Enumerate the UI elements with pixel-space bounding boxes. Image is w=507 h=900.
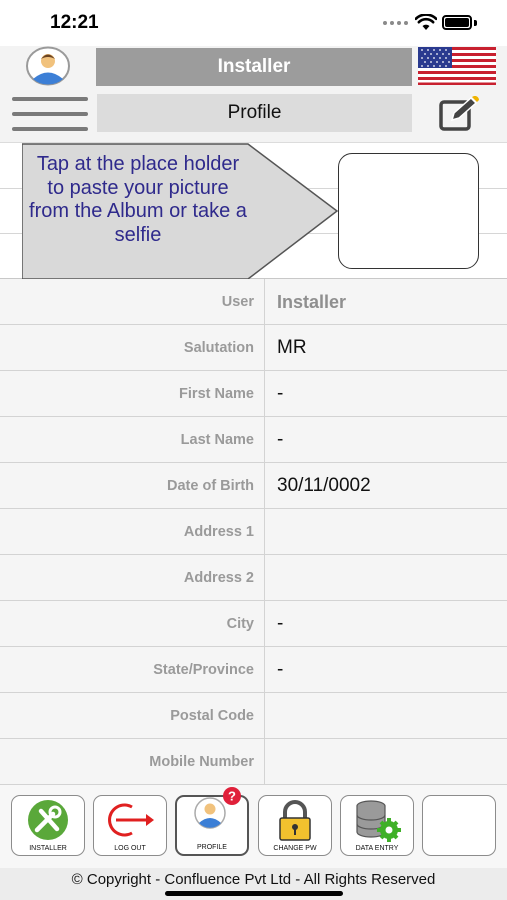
mobile-number-field[interactable] [265,739,507,784]
change-password-button[interactable]: CHANGE PW [258,795,332,856]
tool-label: CHANGE PW [273,845,317,852]
photo-section: Tap at the place holder to paste your pi… [0,142,507,280]
field-label: Last Name [0,417,265,462]
wifi-icon [415,14,437,30]
tool-label: PROFILE [197,844,227,851]
form-row-address-2: Address 2 [0,555,507,601]
form-row-city: City - [0,601,507,647]
form-row-state-province: State/Province - [0,647,507,693]
user-avatar-icon[interactable] [24,46,72,86]
state-province-field[interactable]: - [265,647,507,692]
field-label: City [0,601,265,646]
profile-form: User Installer Salutation MR First Name … [0,279,507,785]
installer-tools-icon [28,800,68,840]
field-label: Address 2 [0,555,265,600]
home-indicator[interactable] [165,891,343,896]
tool-label: LOG OUT [114,845,146,852]
field-label: Salutation [0,325,265,370]
photo-instruction-text: Tap at the place holder to paste your pi… [29,153,247,246]
battery-icon [442,15,472,30]
form-row-mobile-number: Mobile Number [0,739,507,785]
padlock-icon [279,800,311,841]
logout-icon [108,803,154,837]
logout-button[interactable]: LOG OUT [93,795,167,856]
edit-icon[interactable] [436,96,480,132]
address-1-field[interactable] [265,509,507,554]
us-flag-icon[interactable] [418,47,496,85]
page-subtitle: Profile [97,94,412,132]
empty-toolbar-button[interactable] [422,795,496,856]
field-label: Address 1 [0,509,265,554]
address-2-field[interactable] [265,555,507,600]
salutation-field[interactable]: MR [265,325,507,370]
status-time: 12:21 [50,12,99,33]
bottom-toolbar: INSTALLER LOG OUT ? PROFILE CHANGE PW DA… [0,784,507,868]
field-label: User [0,279,265,324]
app-header: Installer Profile [0,46,507,142]
first-name-field[interactable]: - [265,371,507,416]
profile-button[interactable]: ? PROFILE [175,787,249,856]
form-row-first-name: First Name - [0,371,507,417]
page-title: Installer [96,48,412,86]
form-row-address-1: Address 1 [0,509,507,555]
last-name-field[interactable]: - [265,417,507,462]
tool-label: INSTALLER [29,845,67,852]
battery-tip [474,20,477,26]
svg-text:?: ? [228,789,236,804]
form-row-postal-code: Postal Code [0,693,507,739]
database-gear-icon [356,800,401,842]
status-bar: 12:21 [0,0,507,46]
date-of-birth-field[interactable]: 30/11/0002 [265,463,507,508]
signal-dots-icon [383,21,408,25]
field-label: First Name [0,371,265,416]
installer-button[interactable]: INSTALLER [11,795,85,856]
hamburger-menu-icon[interactable] [12,97,88,131]
city-field[interactable]: - [265,601,507,646]
field-label: Mobile Number [0,739,265,784]
photo-placeholder[interactable] [338,153,479,269]
form-row-date-of-birth: Date of Birth 30/11/0002 [0,463,507,509]
field-label: Date of Birth [0,463,265,508]
tool-label: DATA ENTRY [355,845,399,852]
field-label: Postal Code [0,693,265,738]
field-label: State/Province [0,647,265,692]
postal-code-field[interactable] [265,693,507,738]
form-row-last-name: Last Name - [0,417,507,463]
data-entry-button[interactable]: DATA ENTRY [340,795,414,856]
profile-help-icon: ? [194,787,241,829]
user-value: Installer [277,292,347,312]
form-row-salutation: Salutation MR [0,325,507,371]
form-row-user: User Installer [0,279,507,325]
